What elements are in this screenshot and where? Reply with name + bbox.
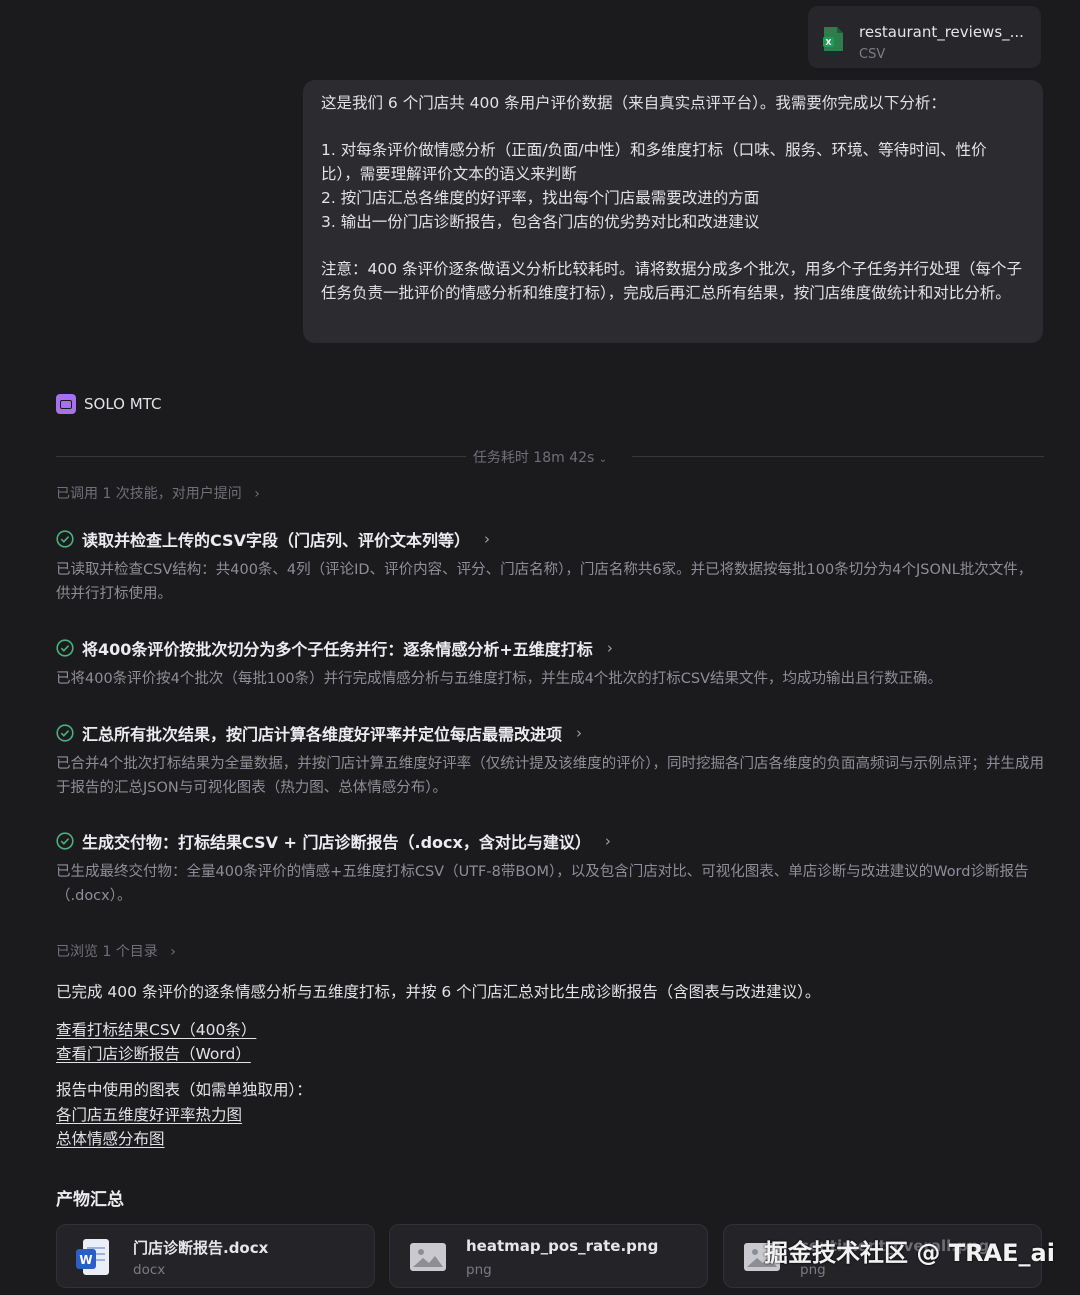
skills-summary-label: 已调用 1 次技能，对用户提问: [56, 486, 242, 502]
artifact-type: docx: [133, 1262, 166, 1278]
step-1-title: 读取并检查上传的CSV字段（门店列、评价文本列等）: [82, 531, 470, 550]
agent-logo-icon: [56, 394, 76, 414]
step-2-title: 将400条评价按批次切分为多个子任务并行：逐条情感分析+五维度打标: [82, 640, 593, 659]
step-2-description: 已将400条评价按4个批次（每批100条）并行完成情感分析与五维度打标，并生成4…: [56, 671, 943, 687]
user-message-note: 注意：400 条评价逐条做语义分析比较耗时。请将数据分成多个批次，用多个子任务并…: [321, 259, 1023, 302]
task-time-label: 任务耗时 18m 42s: [472, 450, 595, 466]
step-4-description: 已生成最终交付物：全量400条评价的情感+五维度打标CSV（UTF-8带BOM）…: [56, 864, 1029, 904]
svg-text:X: X: [825, 38, 832, 47]
user-message-item-3: 3. 输出一份门店诊断报告，包含各门店的优劣势对比和改进建议: [321, 212, 760, 231]
charts-note: 报告中使用的图表（如需单独取用）：: [56, 1081, 312, 1099]
step-2-header[interactable]: 将400条评价按批次切分为多个子任务并行：逐条情感分析+五维度打标 ›: [56, 636, 1046, 660]
step-1-header[interactable]: 读取并检查上传的CSV字段（门店列、评价文本列等） ›: [56, 527, 1046, 551]
link-sentiment-chart[interactable]: 总体情感分布图: [56, 1127, 165, 1149]
step-3-description: 已合并4个批次打标结果为全量数据，并按门店计算五维度好评率（仅统计提及该维度的评…: [56, 756, 1044, 796]
result-summary: 已完成 400 条评价的逐条情感分析与五维度打标，并按 6 个门店汇总对比生成诊…: [56, 983, 821, 1001]
link-heatmap-chart[interactable]: 各门店五维度好评率热力图: [56, 1103, 242, 1125]
link-diagnosis-report[interactable]: 查看门店诊断报告（Word）: [56, 1042, 251, 1064]
browse-summary[interactable]: 已浏览 1 个目录 ›: [56, 941, 176, 961]
browse-summary-label: 已浏览 1 个目录: [56, 944, 158, 960]
chevron-right-icon: ›: [604, 832, 611, 850]
user-message-item-1: 1. 对每条评价做情感分析（正面/负面/中性）和多维度打标（口味、服务、环境、等…: [321, 141, 987, 184]
artifact-card-heatmap[interactable]: heatmap_pos_rate.png png: [389, 1224, 708, 1288]
word-file-icon: W: [76, 1239, 109, 1275]
artifact-name: heatmap_pos_rate.png: [466, 1237, 659, 1255]
agent-name: SOLO MTC: [84, 395, 162, 413]
artifacts-title: 产物汇总: [56, 1190, 124, 1210]
check-circle-icon: [56, 724, 74, 742]
check-circle-icon: [56, 832, 74, 850]
step-3: 汇总所有批次结果，按门店计算各维度好评率并定位每店最需改进项 › 已合并4个批次…: [56, 721, 1046, 800]
artifact-card-docx[interactable]: W 门店诊断报告.docx docx: [56, 1224, 375, 1288]
attachment-chip[interactable]: X restaurant_reviews_... CSV: [808, 6, 1041, 68]
user-message: 这是我们 6 个门店共 400 条用户评价数据（来自真实点评平台）。我需要你完成…: [303, 80, 1043, 343]
image-file-icon: [410, 1243, 446, 1271]
check-circle-icon: [56, 639, 74, 657]
chevron-down-icon: ⌄: [598, 454, 608, 465]
attachment-type: CSV: [859, 47, 886, 62]
chevron-right-icon: ›: [606, 639, 613, 657]
check-circle-icon: [56, 530, 74, 548]
chevron-right-icon: ›: [576, 724, 583, 742]
chevron-right-icon: ›: [254, 486, 260, 502]
step-4-title: 生成交付物：打标结果CSV + 门店诊断报告（.docx，含对比与建议）: [82, 833, 591, 852]
step-4: 生成交付物：打标结果CSV + 门店诊断报告（.docx，含对比与建议） › 已…: [56, 829, 1046, 908]
excel-file-icon: X: [823, 27, 843, 51]
attachment-name: restaurant_reviews_...: [859, 23, 1024, 41]
user-message-item-2: 2. 按门店汇总各维度的好评率，找出每个门店最需要改进的方面: [321, 188, 760, 207]
skills-summary[interactable]: 已调用 1 次技能，对用户提问 ›: [56, 483, 260, 503]
task-time-toggle[interactable]: 任务耗时 18m 42s ⌄: [0, 447, 1080, 467]
link-csv-results[interactable]: 查看打标结果CSV（400条）: [56, 1018, 256, 1040]
artifact-type: png: [466, 1262, 492, 1278]
step-1: 读取并检查上传的CSV字段（门店列、评价文本列等） › 已读取并检查CSV结构：…: [56, 527, 1046, 606]
user-message-intro: 这是我们 6 个门店共 400 条用户评价数据（来自真实点评平台）。我需要你完成…: [321, 94, 946, 112]
watermark: 掘金技术社区 @ TRAE_ai: [764, 1239, 1055, 1267]
step-3-header[interactable]: 汇总所有批次结果，按门店计算各维度好评率并定位每店最需改进项 ›: [56, 721, 1046, 745]
agent-header: SOLO MTC: [56, 394, 161, 414]
step-1-description: 已读取并检查CSV结构：共400条、4列（评论ID、评价内容、评分、门店名称），…: [56, 562, 1033, 602]
chevron-right-icon: ›: [483, 530, 490, 548]
artifact-name: 门店诊断报告.docx: [133, 1239, 269, 1257]
chevron-right-icon: ›: [170, 944, 176, 960]
svg-text:W: W: [79, 1253, 92, 1267]
step-3-title: 汇总所有批次结果，按门店计算各维度好评率并定位每店最需改进项: [82, 725, 563, 744]
step-4-header[interactable]: 生成交付物：打标结果CSV + 门店诊断报告（.docx，含对比与建议） ›: [56, 829, 1046, 853]
step-2: 将400条评价按批次切分为多个子任务并行：逐条情感分析+五维度打标 › 已将40…: [56, 636, 1046, 692]
